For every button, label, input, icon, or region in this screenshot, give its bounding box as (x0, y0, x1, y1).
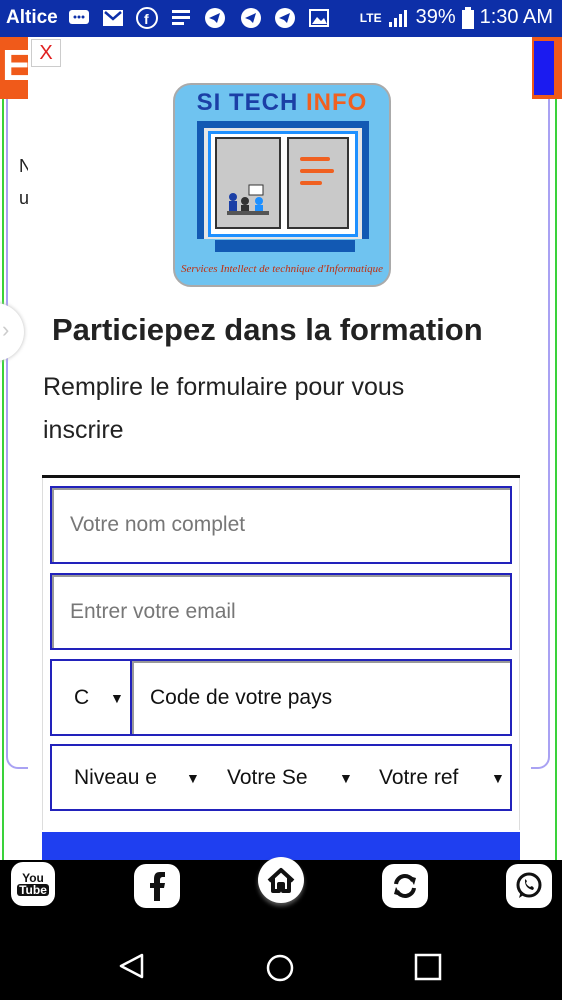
clock: 1:30 AM (479, 6, 553, 28)
battery-percent: 39% (415, 6, 456, 28)
logo-line (300, 157, 330, 161)
svg-text:f: f (144, 11, 149, 27)
logo-title: SI TECH INFO (196, 89, 368, 116)
logo-line (300, 169, 334, 173)
home-icon (267, 868, 295, 893)
session-select[interactable]: Votre Se (227, 766, 317, 790)
status-bar: Altice f LTE 39% 1:30 AM (0, 0, 562, 37)
status-right: LTE 39% 1:30 AM (360, 6, 553, 29)
page-title: Particiepez dans la formation (52, 312, 483, 347)
facebook-icon[interactable] (134, 864, 180, 908)
home-circle-icon[interactable] (265, 953, 295, 983)
telegram-icon (275, 8, 295, 28)
si-tech-info-logo: SI TECH INFO Services Intellect de techn… (173, 83, 391, 287)
whatsapp-icon (516, 872, 542, 898)
recents-icon[interactable] (414, 953, 442, 981)
full-name-input[interactable]: Votre nom complet (50, 486, 512, 564)
network-type: LTE (359, 10, 382, 25)
system-nav-bar (0, 918, 562, 1000)
page-subtitle: Remplire le formulaire pour vous inscrir… (43, 373, 405, 444)
background-border-left (2, 99, 4, 860)
home-button[interactable] (258, 857, 304, 903)
back-icon[interactable] (118, 952, 146, 980)
chevron-right-icon: › (2, 317, 10, 342)
refresh-icon (394, 874, 416, 898)
logo-line (300, 181, 322, 185)
dropdown-arrow-icon: ▼ (110, 690, 124, 706)
background-menu-button (534, 41, 554, 95)
whatsapp-button[interactable] (506, 864, 552, 908)
signal-icon (388, 9, 407, 27)
logo-caption: Services Intellect de technique d'Inform… (180, 263, 384, 275)
facebook-icon: f (136, 7, 158, 29)
dropdown-arrow-icon: ▼ (186, 770, 200, 786)
logo-stand (215, 240, 355, 252)
carrier-name: Altice (6, 7, 58, 28)
messages-icon (69, 10, 89, 24)
gmail-icon (103, 10, 123, 26)
country-code-input[interactable]: Code de votre pays (130, 659, 512, 736)
submit-button[interactable] (42, 832, 520, 860)
battery-icon (461, 6, 474, 29)
level-select[interactable]: Niveau e (74, 766, 164, 790)
dropdown-arrow-icon: ▼ (339, 770, 353, 786)
refresh-button[interactable] (382, 864, 428, 908)
gallery-icon (309, 9, 329, 27)
close-button[interactable]: X (31, 39, 61, 67)
reference-select[interactable]: Votre ref (379, 766, 471, 790)
telegram-icon (205, 8, 225, 28)
background-card-right (530, 99, 550, 769)
youtube-icon[interactable]: You Tube (11, 862, 55, 906)
facebook-glyph-icon (150, 872, 165, 901)
email-input[interactable]: Entrer votre email (50, 573, 512, 650)
dropdown-arrow-icon: ▼ (491, 770, 505, 786)
logo-meeting-icon (227, 184, 269, 215)
background-border-right (555, 99, 557, 860)
telegram-icon (241, 8, 261, 28)
news-icon (172, 10, 190, 25)
country-code-select[interactable]: C (74, 686, 89, 710)
background-header-logo: E (0, 37, 31, 99)
